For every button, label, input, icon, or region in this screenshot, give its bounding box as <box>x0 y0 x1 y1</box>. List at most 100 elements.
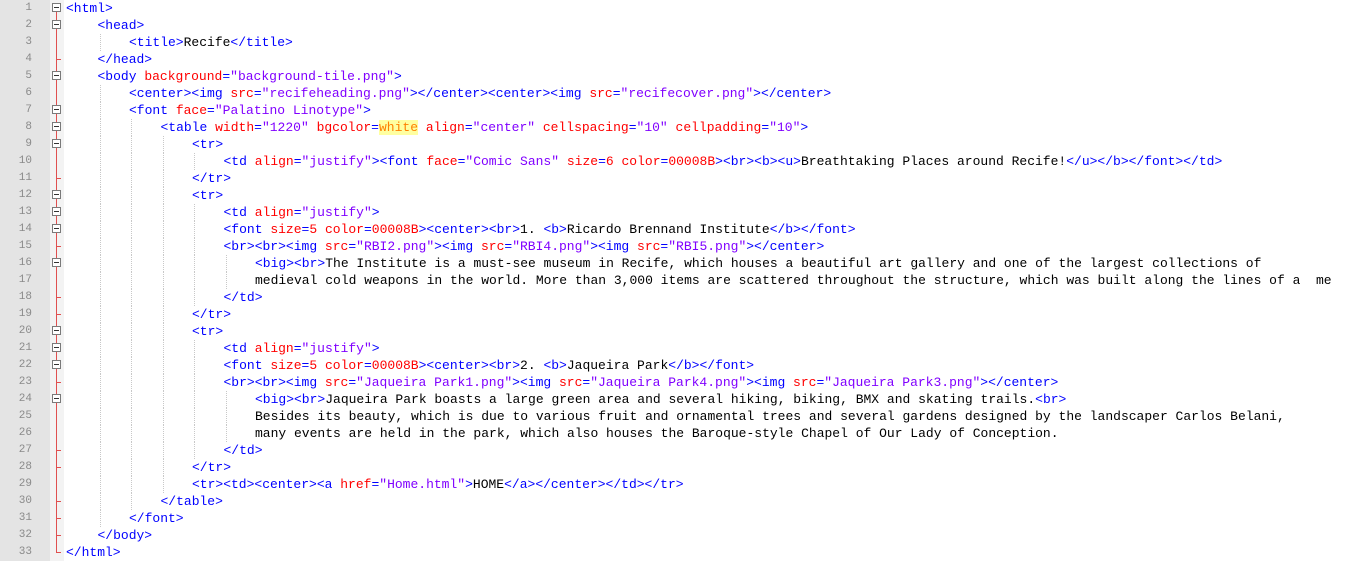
code-token: Recife <box>183 35 231 50</box>
indent-guide <box>194 340 196 357</box>
indent-guide <box>194 374 196 391</box>
code-line[interactable]: 3 <title>Recife</title> <box>0 34 1364 51</box>
code-token: </tr> <box>192 307 232 322</box>
indent-guide <box>162 204 165 221</box>
code-token: "Jaqueira Park3.png" <box>824 375 981 390</box>
fold-toggle-icon[interactable] <box>51 221 63 238</box>
code-line[interactable]: 22 <font size=5 color=00008B><center><br>… <box>0 357 1364 374</box>
code-line[interactable]: 23 <br><br><img src="Jaqueira Park1.png">… <box>0 374 1364 391</box>
code-line[interactable]: 32 </body> <box>0 527 1364 544</box>
code-line[interactable]: 9 <tr> <box>0 136 1364 153</box>
code-token: > <box>393 69 402 84</box>
code-line[interactable]: 6 <center><img src="recifeheading.png"></… <box>0 85 1364 102</box>
code-line[interactable]: 2 <head> <box>0 17 1364 34</box>
indent-guide <box>194 204 196 221</box>
line-number: 25 <box>18 410 32 422</box>
indent-guide <box>131 136 133 153</box>
code-line[interactable]: 24 <big><br>Jaqueira Park boasts a large … <box>0 391 1364 408</box>
code-line[interactable]: 12 <tr> <box>0 187 1364 204</box>
code-token: align <box>254 154 294 169</box>
code-line[interactable]: 27 </td> <box>0 442 1364 459</box>
code-token: white <box>378 120 418 135</box>
code-line[interactable]: 26 many events are held in the park, whic… <box>0 425 1364 442</box>
code-editor[interactable]: 1 <html> 2 <head> 3 <title>Recife</title> 4 </h… <box>0 0 1364 561</box>
indent-guide <box>131 153 133 170</box>
code-line[interactable]: 29 <tr><td><center><a href="Home.html">HO… <box>0 476 1364 493</box>
code-line[interactable]: 4 </head> <box>0 51 1364 68</box>
code-line[interactable]: 7 <font face="Palatino Linotype"> <box>0 102 1364 119</box>
code-text: </td> <box>224 289 263 306</box>
code-line[interactable]: 18 </td> <box>0 289 1364 306</box>
fold-toggle-icon[interactable] <box>51 255 63 272</box>
fold-toggle-icon[interactable] <box>51 119 63 136</box>
code-area[interactable]: 1 <html> 2 <head> 3 <title>Recife</title> 4 </h… <box>0 0 1364 561</box>
fold-line-marker <box>51 306 63 323</box>
indent-guide <box>131 272 133 289</box>
fold-toggle-icon[interactable] <box>51 0 63 17</box>
code-token: cellpadding <box>675 120 762 135</box>
indent-guide <box>162 221 165 238</box>
code-line[interactable]: 30 </table> <box>0 493 1364 510</box>
code-token: </td> <box>223 443 263 458</box>
fold-toggle-icon[interactable] <box>51 136 63 153</box>
indent-guide <box>131 391 133 408</box>
code-line[interactable]: 31 </font> <box>0 510 1364 527</box>
code-text: </table> <box>161 493 223 510</box>
code-line[interactable]: 17 medieval cold weapons in the world. Mo… <box>0 272 1364 289</box>
code-line[interactable]: 25 Besides its beauty, which is due to va… <box>0 408 1364 425</box>
code-line[interactable]: 10 <td align="justify"><font face="Comic … <box>0 153 1364 170</box>
fold-toggle-icon[interactable] <box>51 357 63 374</box>
code-token: </td> <box>223 290 263 305</box>
indent-guide <box>99 476 102 493</box>
code-line[interactable]: 20 <tr> <box>0 323 1364 340</box>
code-token: "justify" <box>301 154 372 169</box>
indent-guide <box>131 170 133 187</box>
code-token: <html> <box>66 1 113 16</box>
fold-toggle-icon[interactable] <box>51 102 63 119</box>
code-line[interactable]: 11 </tr> <box>0 170 1364 187</box>
code-line[interactable]: 19 </tr> <box>0 306 1364 323</box>
code-line[interactable]: 1 <html> <box>0 0 1364 17</box>
indent-guide <box>99 408 102 425</box>
code-token: "RBI5.png" <box>668 239 747 254</box>
fold-toggle-icon[interactable] <box>51 204 63 221</box>
code-line[interactable]: 28 </tr> <box>0 459 1364 476</box>
code-text: <td align="justify"> <box>224 340 380 357</box>
code-line[interactable]: 33 </html> <box>0 544 1364 561</box>
code-text: </tr> <box>192 170 231 187</box>
indent-guide <box>194 357 196 374</box>
line-number: 14 <box>18 223 32 235</box>
code-line[interactable]: 16 <big><br>The Institute is a must-see m… <box>0 255 1364 272</box>
indent-guide <box>131 357 133 374</box>
indent-guide <box>194 442 196 459</box>
code-line[interactable]: 15 <br><br><img src="RBI2.png"><img src="… <box>0 238 1364 255</box>
code-text: <font face="Palatino Linotype"> <box>129 102 371 119</box>
code-line[interactable]: 21 <td align="justify"> <box>0 340 1364 357</box>
indent-guide <box>194 289 196 306</box>
line-number: 1 <box>25 2 32 14</box>
code-token: "justify" <box>301 341 372 356</box>
code-token: align <box>254 341 294 356</box>
fold-toggle-icon[interactable] <box>51 17 63 34</box>
code-line[interactable]: 13 <td align="justify"> <box>0 204 1364 221</box>
code-line[interactable]: 5 <body background="background-tile.png"> <box>0 68 1364 85</box>
code-token: "recifeheading.png" <box>261 86 410 101</box>
line-number: 11 <box>18 172 32 184</box>
indent-guide <box>162 136 165 153</box>
code-token: > <box>371 341 380 356</box>
fold-line-marker <box>51 527 63 544</box>
indent-guide <box>162 340 165 357</box>
fold-toggle-icon[interactable] <box>51 323 63 340</box>
fold-toggle-icon[interactable] <box>51 68 63 85</box>
fold-toggle-icon[interactable] <box>51 391 63 408</box>
code-line[interactable]: 14 <font size=5 color=00008B><center><br>… <box>0 221 1364 238</box>
fold-line-marker <box>51 510 63 527</box>
code-token: 5 <box>309 358 318 373</box>
line-number: 17 <box>18 274 32 286</box>
fold-toggle-icon[interactable] <box>51 340 63 357</box>
code-token: "Comic Sans" <box>465 154 560 169</box>
fold-toggle-icon[interactable] <box>51 187 63 204</box>
code-token: ></center> <box>746 239 825 254</box>
code-line[interactable]: 8 <table width="1220" bgcolor=white align… <box>0 119 1364 136</box>
